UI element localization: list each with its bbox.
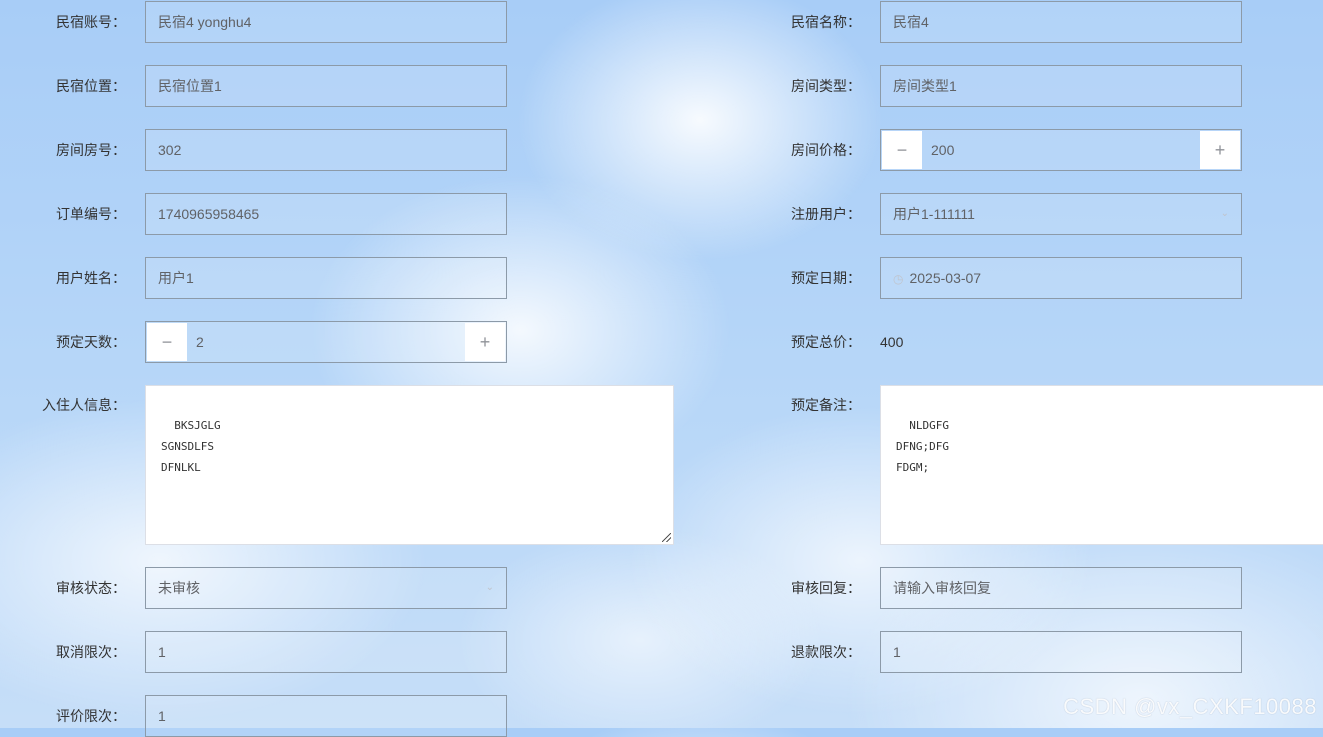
user-name-label: 用户姓名： [56, 270, 126, 286]
booking-remark-text: NLDGFG DFNG;DFG FDGM; [896, 419, 949, 474]
room-price-value[interactable]: 200 [931, 130, 954, 170]
booking-total-label: 预定总价： [791, 334, 861, 350]
room-price-label: 房间价格： [791, 142, 861, 158]
chevron-down-icon: ⌄ [485, 582, 494, 593]
room-number-label: 房间房号： [56, 142, 126, 158]
homestay-account-input[interactable]: 民宿4 yonghu4 [145, 1, 507, 43]
room-price-stepper[interactable]: − 200 + [880, 129, 1242, 171]
order-number-label: 订单编号： [56, 206, 126, 222]
guest-info-label: 入住人信息： [42, 397, 126, 413]
form-row-3: 房间房号： 302 房间价格： − 200 + [0, 129, 1323, 171]
booking-days-value[interactable]: 2 [196, 322, 204, 362]
booking-days-stepper[interactable]: − 2 + [145, 321, 507, 363]
user-name-input[interactable]: 用户1 [145, 257, 507, 299]
homestay-location-input[interactable]: 民宿位置1 [145, 65, 507, 107]
review-reply-input[interactable]: 请输入审核回复 [880, 567, 1242, 609]
form-row-1: 民宿账号： 民宿4 yonghu4 民宿名称： 民宿4 [0, 1, 1323, 43]
homestay-name-label: 民宿名称： [791, 14, 861, 30]
room-price-decrease-button[interactable]: − [882, 131, 922, 169]
guest-info-textarea[interactable]: BKSJGLG SGNSDLFS DFNLKL [145, 385, 674, 545]
review-reply-label: 审核回复： [791, 580, 861, 596]
review-status-value: 未审核 [158, 580, 200, 596]
booking-days-decrease-button[interactable]: − [147, 323, 187, 361]
review-status-select[interactable]: 未审核 ⌄ [145, 567, 507, 609]
review-status-label: 审核状态： [56, 580, 126, 596]
room-type-label: 房间类型： [791, 78, 861, 94]
booking-date-picker[interactable]: ◷ 2025-03-07 [880, 257, 1242, 299]
booking-remark-label: 预定备注： [791, 397, 861, 413]
homestay-account-label: 民宿账号： [56, 14, 126, 30]
booking-remark-textarea[interactable]: NLDGFG DFNG;DFG FDGM; [880, 385, 1323, 545]
calendar-icon: ◷ [893, 272, 904, 286]
review-limit-input[interactable]: 1 [145, 695, 507, 737]
registered-user-label: 注册用户： [791, 206, 861, 222]
form-row-8: 审核状态： 未审核 ⌄ 审核回复： 请输入审核回复 [0, 567, 1323, 609]
form-row-2: 民宿位置： 民宿位置1 房间类型： 房间类型1 [0, 65, 1323, 107]
booking-date-value: 2025-03-07 [909, 270, 982, 286]
booking-days-label: 预定天数： [56, 334, 126, 350]
booking-days-increase-button[interactable]: + [465, 323, 505, 361]
registered-user-value: 用户1-111111 [893, 206, 975, 222]
refund-limit-label: 退款限次： [791, 644, 861, 660]
homestay-name-input[interactable]: 民宿4 [880, 1, 1242, 43]
room-number-input[interactable]: 302 [145, 129, 507, 171]
order-number-input[interactable]: 1740965958465 [145, 193, 507, 235]
registered-user-select[interactable]: 用户1-111111 ⌄ [880, 193, 1242, 235]
room-type-input[interactable]: 房间类型1 [880, 65, 1242, 107]
form-row-6: 预定天数： − 2 + 预定总价： 400 [0, 321, 1323, 363]
form-row-4: 订单编号： 1740965958465 注册用户： 用户1-111111 ⌄ [0, 193, 1323, 235]
review-limit-label: 评价限次： [56, 708, 126, 724]
homestay-location-label: 民宿位置： [56, 78, 126, 94]
resize-handle-icon[interactable] [662, 533, 671, 542]
form-row-5: 用户姓名： 用户1 预定日期： ◷ 2025-03-07 [0, 257, 1323, 299]
booking-date-label: 预定日期： [791, 270, 861, 286]
booking-total-value: 400 [880, 334, 904, 350]
cancel-limit-input[interactable]: 1 [145, 631, 507, 673]
form-row-9: 取消限次： 1 退款限次： 1 [0, 631, 1323, 673]
guest-info-text: BKSJGLG SGNSDLFS DFNLKL [161, 419, 221, 474]
chevron-down-icon: ⌄ [1220, 208, 1229, 219]
cancel-limit-label: 取消限次： [56, 644, 126, 660]
room-price-increase-button[interactable]: + [1200, 131, 1240, 169]
refund-limit-input[interactable]: 1 [880, 631, 1242, 673]
watermark: CSDN @vx_CXKF10088 [1063, 694, 1317, 719]
